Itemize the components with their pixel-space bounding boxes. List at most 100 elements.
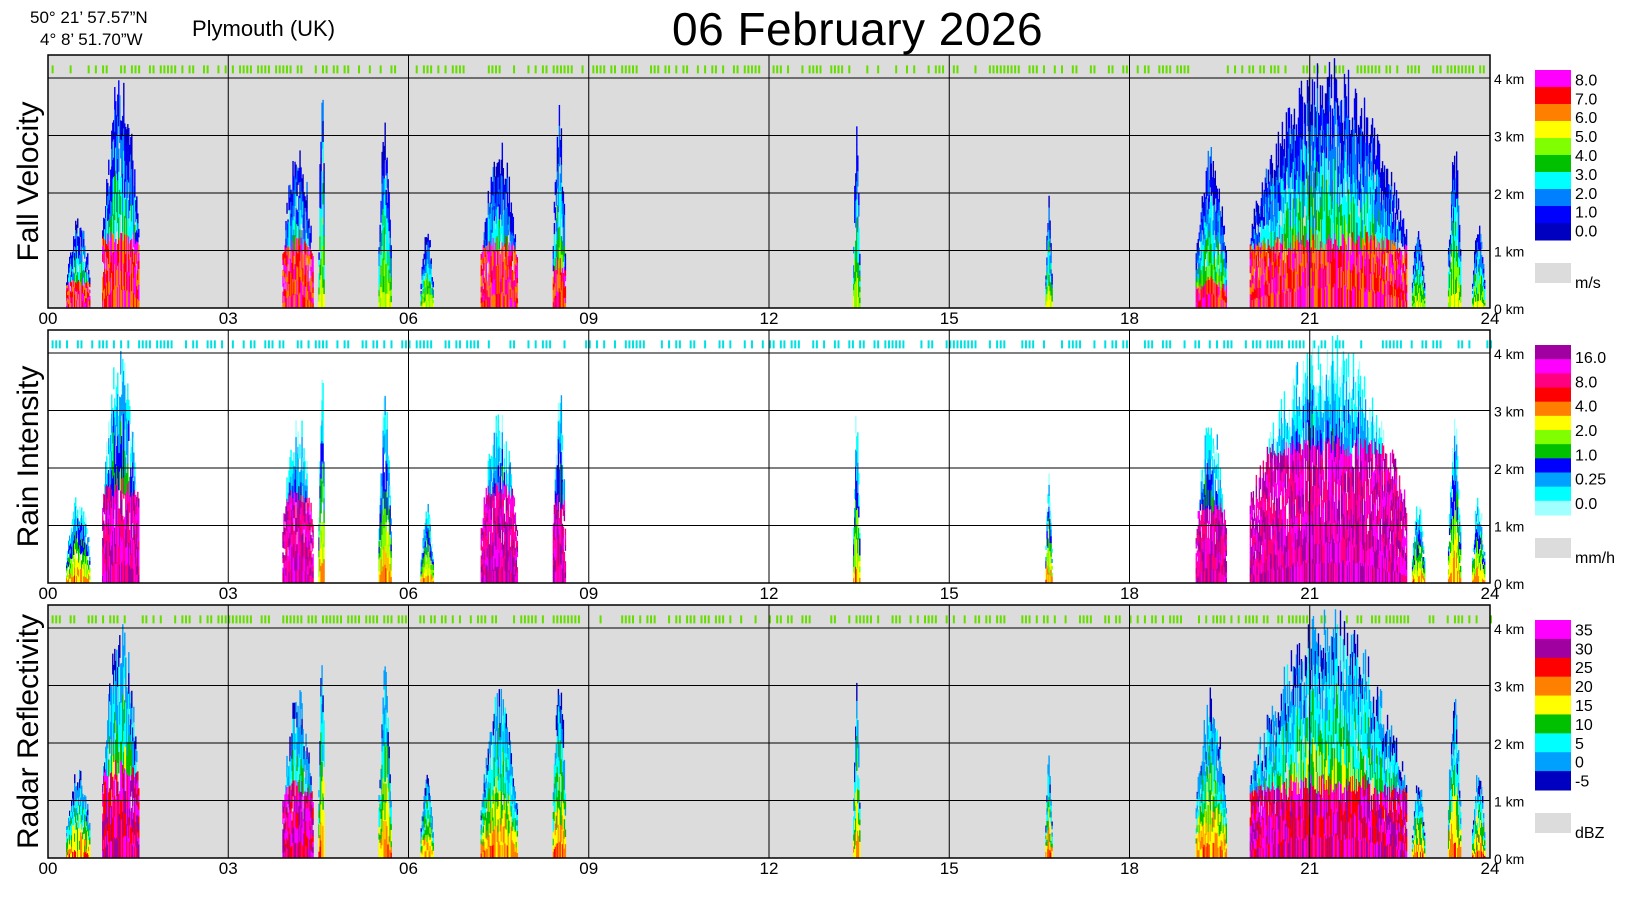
clutter-segment (422, 340, 425, 349)
clutter-segment (1259, 340, 1262, 349)
clutter-segment (1389, 340, 1392, 349)
clutter-segment (1320, 340, 1323, 349)
echo-cell (1316, 87, 1319, 113)
clutter-segment (242, 340, 245, 349)
clutter-segment (1378, 65, 1381, 74)
clutter-segment (1136, 65, 1139, 74)
echo-cell (120, 350, 122, 375)
echo-cell (1457, 215, 1460, 227)
echo-cell (1459, 278, 1462, 286)
echo-cell (138, 574, 140, 584)
clutter-segment (343, 65, 346, 74)
echo-cell (138, 260, 140, 269)
echo-cell (1378, 143, 1381, 161)
clutter-segment (988, 340, 991, 349)
clutter-segment (884, 340, 887, 349)
echo-cell (388, 192, 390, 206)
clutter-segment (1248, 65, 1251, 74)
clutter-segment (1003, 340, 1006, 349)
clutter-segment (974, 65, 977, 74)
clutter-segment (336, 65, 339, 74)
echo-cell (1225, 250, 1228, 258)
echo-cell (292, 161, 294, 177)
clutter-segment (430, 340, 433, 349)
echo-cell (1456, 170, 1459, 185)
echo-cell (323, 206, 325, 222)
echo-cell (1198, 247, 1200, 256)
clutter-segment (1461, 65, 1464, 74)
echo-cell (89, 301, 91, 306)
clutter-segment (66, 340, 69, 349)
clutter-segment (184, 340, 187, 349)
echo-cell (286, 477, 288, 489)
clutter-segment (257, 65, 260, 74)
clutter-segment (145, 340, 148, 349)
clutter-segment (285, 65, 288, 74)
clutter-segment (390, 65, 393, 74)
clutter-segment (895, 340, 898, 349)
echo-cell (390, 289, 392, 296)
echo-cell (390, 257, 392, 265)
echo-cell (508, 189, 511, 204)
echo-cell (1341, 122, 1344, 142)
clutter-segment (1161, 65, 1164, 74)
clutter-segment (314, 340, 317, 349)
clutter-segment (801, 65, 804, 74)
colorbar-swatch (1535, 138, 1571, 156)
clutter-segment (898, 340, 901, 349)
echo-cell (138, 292, 140, 301)
echo-cell (138, 566, 140, 576)
x-tick-label: 12 (760, 309, 779, 328)
clutter-segment (58, 340, 61, 349)
clutter-segment (1414, 65, 1417, 74)
echo-cell (323, 279, 325, 295)
echo-cell (1225, 273, 1228, 280)
colorbar-unit: m/s (1575, 275, 1601, 292)
echo-cell (81, 507, 83, 516)
echo-cell (312, 266, 314, 273)
clutter-segment (156, 340, 159, 349)
colorbar: 8.07.06.05.04.03.02.01.00.0m/s (1535, 70, 1601, 292)
clutter-segment (1270, 65, 1273, 74)
echo-cell (1397, 231, 1400, 243)
clutter-segment (466, 340, 469, 349)
echo-cell (1459, 266, 1462, 274)
echo-cell (1283, 139, 1286, 157)
echo-cell (323, 264, 325, 280)
clutter-segment (603, 65, 606, 74)
clutter-segment (444, 340, 447, 349)
clutter-segment (1194, 340, 1197, 349)
echo-cell (1396, 209, 1399, 220)
clutter-segment (112, 340, 115, 349)
echo-cell (856, 199, 858, 218)
clutter-segment (632, 340, 635, 349)
clutter-segment (711, 65, 714, 74)
echo-cell (379, 224, 381, 234)
echo-cell (431, 277, 433, 282)
echo-cell (516, 267, 519, 273)
clutter-segment (567, 65, 570, 74)
echo-cell (119, 95, 121, 120)
echo-cell (1225, 279, 1228, 286)
clutter-segment (206, 340, 209, 349)
echo-cell (1217, 242, 1220, 255)
echo-cell (516, 292, 519, 299)
echo-cell (1051, 287, 1053, 292)
radar-timeheight-plot: 00 03 06 09 12 15 18 21 240 km1 km2 km3 km4 kmFa… (12, 54, 1615, 878)
echo-cell (493, 161, 496, 177)
echo-cell (83, 261, 85, 270)
clutter-segment (660, 340, 663, 349)
echo-cell (128, 127, 130, 147)
echo-cell (1284, 173, 1287, 189)
echo-cell (1405, 244, 1408, 254)
echo-cell (137, 213, 139, 224)
echo-cell (424, 272, 426, 281)
echo-cell (323, 163, 325, 179)
clutter-segment (1003, 65, 1006, 74)
echo-cell (301, 230, 303, 244)
echo-cell (1340, 99, 1343, 122)
clutter-segment (787, 65, 790, 74)
echo-cell (89, 560, 91, 565)
clutter-segment (999, 65, 1002, 74)
echo-cell (1049, 229, 1051, 239)
